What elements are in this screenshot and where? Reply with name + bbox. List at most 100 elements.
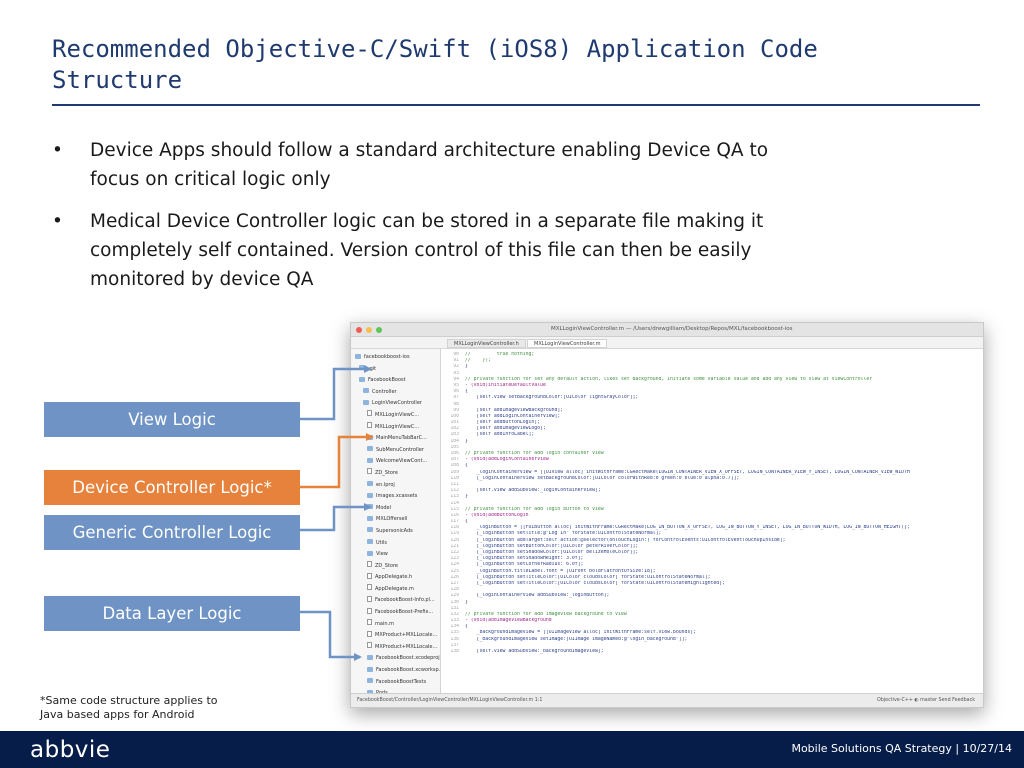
code-text: - (void)addLoginContainerView	[465, 457, 549, 463]
navigator-item[interactable]: MainMenuTabBarC...	[351, 433, 440, 445]
code-text: [_loginContainerView setBackgroundColor:…	[465, 475, 740, 481]
code-text: // });	[465, 358, 491, 364]
window-controls	[356, 327, 382, 333]
navigator-item[interactable]: MXProduct+MXLLocale...	[351, 642, 440, 654]
zoom-window-icon[interactable]	[376, 327, 382, 333]
navigator-item[interactable]: ZD_Store	[351, 561, 440, 573]
file-icon	[367, 561, 372, 568]
code-text: {	[465, 463, 468, 469]
bullet-text-line: Device Apps should follow a standard arc…	[90, 140, 769, 161]
navigator-item[interactable]: AppDelegate.h	[351, 572, 440, 584]
slide-title-line-1: Recommended Objective-C/Swift (iOS8) App…	[52, 35, 818, 63]
footnote-line: *Same code structure applies to	[40, 694, 218, 707]
navigator-item[interactable]: ZD_Store	[351, 468, 440, 480]
navigator-item[interactable]: SubMenuController	[351, 445, 440, 457]
navigator-item-label: FacebookBoostTests	[376, 678, 427, 685]
navigator-item[interactable]: View	[351, 549, 440, 561]
folder-icon	[367, 481, 373, 487]
navigator-item-label: SubMenuController	[376, 446, 424, 453]
bullet-item: • Device Apps should follow a standard a…	[52, 136, 952, 194]
navigator-item[interactable]: FacebookBoost-Prefix...	[351, 607, 440, 619]
navigator-item[interactable]: MXLLoginViewC...	[351, 422, 440, 434]
code-text: [_loginButton setShadowColor:[UIColor be…	[465, 550, 639, 555]
navigator-item[interactable]: facebookboost-ios	[351, 352, 440, 364]
navigator-item-label: MXProduct+MXLLocale...	[375, 643, 438, 650]
code-text: [self addImageViewBackground];	[465, 407, 564, 413]
code-text: {	[465, 389, 468, 395]
folder-icon	[363, 399, 369, 405]
navigator-item-label: SupersonicAds	[376, 527, 413, 534]
code-line: 138 [self.view addSubview:_backgroundIma…	[441, 649, 983, 655]
xcode-window-title: MXLLoginViewController.m — /Users/drewgi…	[551, 326, 793, 332]
navigator-item[interactable]: MXLOffersell	[351, 514, 440, 526]
bullet-list: • Device Apps should follow a standard a…	[52, 136, 952, 307]
folder-icon	[363, 388, 369, 394]
code-text: }	[465, 494, 468, 500]
navigator-item[interactable]: Utils	[351, 538, 440, 550]
folder-icon	[367, 654, 373, 660]
bullet-text-line: completely self contained. Version contr…	[90, 240, 752, 261]
navigator-item-label: .git	[368, 365, 377, 372]
bullet-text-line: focus on critical logic only	[90, 169, 331, 190]
navigator-item-label: FacebookBoost-Prefix...	[375, 609, 434, 616]
code-text: _backgroundImageView = [[UIImageView all…	[465, 630, 697, 636]
code-text: [_loginButton setTitle:@"Log In" forStat…	[465, 531, 662, 537]
file-icon	[367, 584, 372, 591]
navigator-item-label: facebookboost-ios	[364, 354, 410, 360]
code-text: // true nothing;	[465, 352, 535, 357]
navigator-item-label: WelcomeViewCont...	[376, 458, 428, 465]
code-editor[interactable]: 90// true nothing; 91// }); 92} 93 94// priv…	[441, 349, 983, 695]
navigator-item[interactable]: FacebookBoost.xcworksp...	[351, 665, 440, 677]
navigator-item[interactable]: MXProduct+MXLLocale...	[351, 630, 440, 642]
file-icon	[367, 607, 372, 614]
slide-title: Recommended Objective-C/Swift (iOS8) App…	[52, 34, 972, 96]
navigator-item-label: Model	[376, 504, 392, 511]
code-text: [self addInfoLabel];	[465, 432, 535, 438]
code-text: }	[465, 438, 468, 444]
minimize-window-icon[interactable]	[366, 327, 372, 333]
code-text: _loginButton.titleLabel.font = [UIFont b…	[465, 568, 656, 574]
code-text: [self addButtonLogin];	[465, 420, 541, 426]
navigator-item-label: FacebookBoost	[368, 377, 406, 384]
code-text: _loginContainerView = [[UIView alloc] in…	[465, 469, 910, 475]
navigator-item[interactable]: SupersonicAds	[351, 526, 440, 538]
folder-icon	[355, 353, 361, 359]
navigator-item[interactable]: LoginViewController	[351, 398, 440, 410]
code-text: [self addImageViewLogo];	[465, 426, 546, 432]
file-icon	[367, 572, 372, 579]
navigator-item[interactable]: FacebookBoost.xcodeproj	[351, 653, 440, 665]
code-text: [_loginButton setTitleColor:[UIColor clo…	[465, 580, 725, 586]
abbvie-logo: abbvie	[30, 737, 111, 763]
navigator-item-label: Images.xcassets	[376, 493, 418, 500]
tab-header-file[interactable]: MXLLoginViewController.h	[447, 339, 526, 348]
code-text: }	[465, 364, 468, 370]
navigator-item-label: Controller	[372, 388, 397, 395]
code-text: - (void)initiateDefaultValue	[465, 382, 546, 388]
footnote-line: Java based apps for Android	[40, 708, 195, 721]
navigator-item[interactable]: Model	[351, 503, 440, 515]
navigator-item[interactable]: .git	[351, 364, 440, 376]
navigator-item[interactable]: MXLLoginViewC...	[351, 410, 440, 422]
navigator-item[interactable]: FacebookBoost-Info.pl...	[351, 595, 440, 607]
tab-implementation-file[interactable]: MXLLoginViewController.m	[527, 339, 608, 348]
navigator-item[interactable]: FacebookBoostTests	[351, 677, 440, 689]
xcode-titlebar: MXLLoginViewController.m — /Users/drewgi…	[351, 323, 983, 337]
folder-icon	[367, 678, 373, 684]
line-number: 138	[450, 649, 459, 654]
navigator-item[interactable]: WelcomeViewCont...	[351, 456, 440, 468]
code-text: [_loginButton setShadowHeight: 3.0f];	[465, 556, 584, 562]
folder-icon	[367, 504, 373, 510]
navigator-item[interactable]: Images.xcassets	[351, 491, 440, 503]
navigator-item-label: MainMenuTabBarC...	[376, 435, 427, 442]
close-window-icon[interactable]	[356, 327, 362, 333]
navigator-item[interactable]: FacebookBoost	[351, 375, 440, 387]
footer-caption: Mobile Solutions QA Strategy | 10/27/14	[791, 742, 1012, 755]
navigator-item[interactable]: main.m	[351, 619, 440, 631]
navigator-item[interactable]: Controller	[351, 387, 440, 399]
navigator-item-label: FacebookBoost-Info.pl...	[375, 597, 435, 604]
navigator-item[interactable]: AppDelegate.m	[351, 584, 440, 596]
code-text: - (void)addButtonLogin	[465, 512, 529, 518]
code-text: [self.view setBackgroundColor:[UIColor l…	[465, 395, 639, 401]
navigator-item[interactable]: en.lproj	[351, 480, 440, 492]
navigator-item-label: main.m	[375, 620, 394, 627]
